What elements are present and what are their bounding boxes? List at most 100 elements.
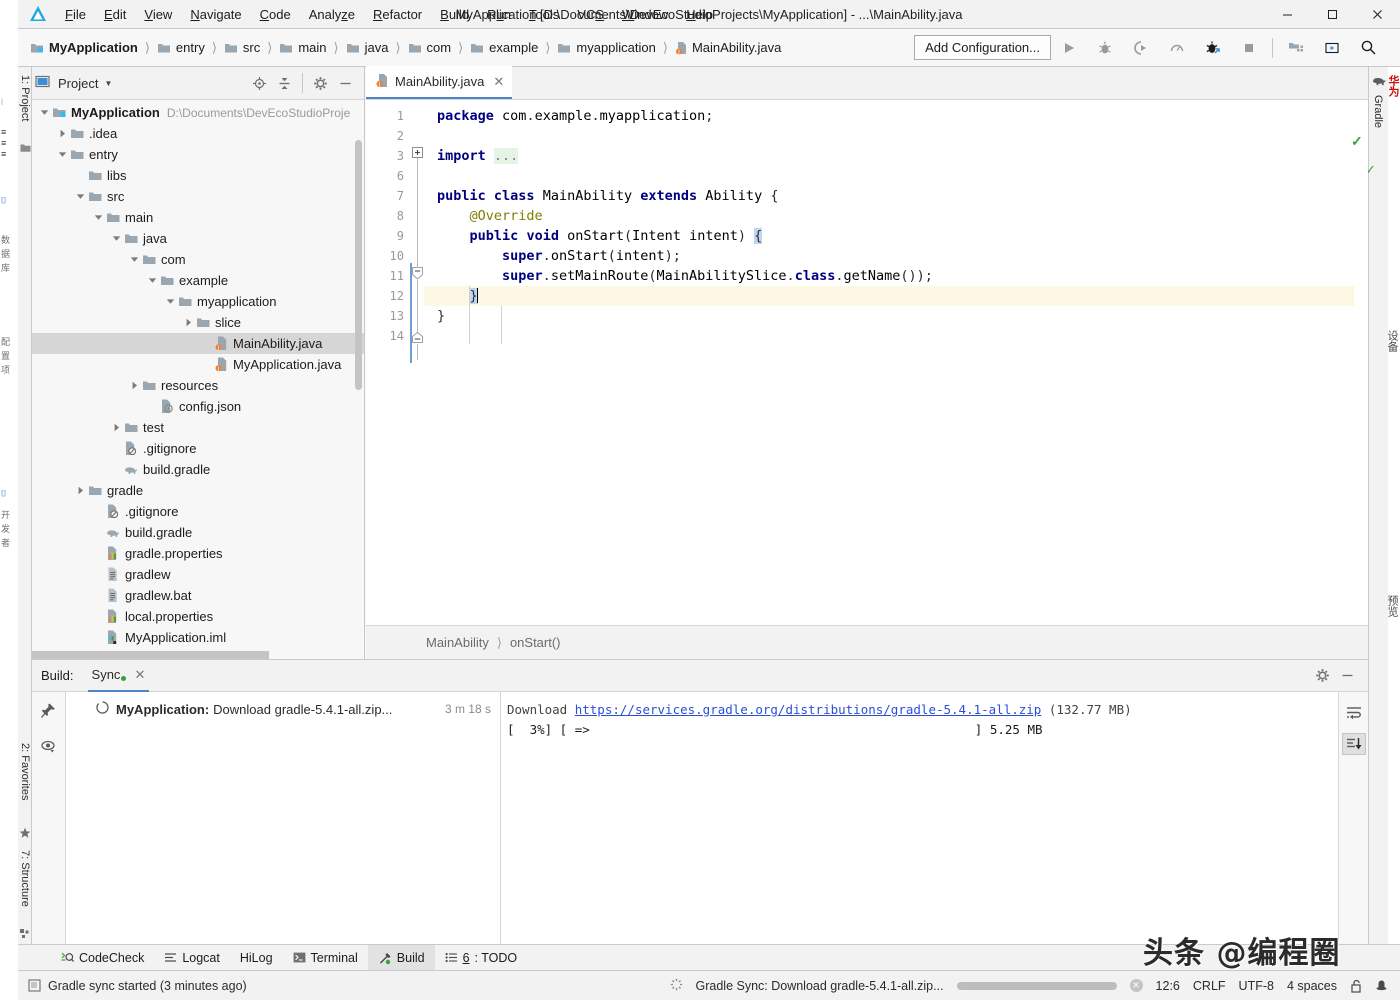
scroll-to-end-button[interactable]: [1341, 733, 1366, 755]
project-settings-button[interactable]: [308, 71, 333, 96]
tab-codecheck[interactable]: CodeCheck: [50, 945, 154, 971]
tree-node-build-gradle[interactable]: build.gradle: [32, 459, 364, 480]
download-url-link[interactable]: https://services.gradle.org/distribution…: [575, 702, 1042, 717]
device-preview-button[interactable]: [1314, 33, 1350, 63]
tree-vertical-scrollbar[interactable]: [355, 140, 362, 390]
tree-node-myapplication[interactable]: myapplication: [32, 291, 364, 312]
collapse-all-button[interactable]: [272, 71, 297, 96]
unlocked-icon[interactable]: [1350, 979, 1362, 993]
close-icon[interactable]: ✕: [134, 667, 145, 683]
tree-node-com[interactable]: com: [32, 249, 364, 270]
chevron-right-icon[interactable]: [58, 129, 67, 138]
tree-node-gradle-properties[interactable]: gradle.properties: [32, 543, 364, 564]
fold-expand-icon[interactable]: [412, 147, 423, 158]
tree-expander[interactable]: [56, 148, 69, 161]
notification-icon[interactable]: [28, 979, 41, 992]
tree-node-src[interactable]: src: [32, 186, 364, 207]
tree-node-resources[interactable]: resources: [32, 375, 364, 396]
menu-build[interactable]: Build: [431, 4, 478, 25]
tree-expander[interactable]: [164, 295, 177, 308]
tree-node--idea[interactable]: .idea: [32, 123, 364, 144]
tree-node-build-gradle[interactable]: build.gradle: [32, 522, 364, 543]
breadcrumb-item-myapplication-pkg[interactable]: myapplication: [555, 38, 658, 57]
minimize-button[interactable]: [1265, 0, 1310, 29]
breadcrumb-item-mainability-java[interactable]: J MainAbility.java: [673, 38, 783, 57]
tree-node-libs[interactable]: libs: [32, 165, 364, 186]
tree-node--gitignore[interactable]: .gitignore: [32, 501, 364, 522]
file-encoding[interactable]: UTF-8: [1239, 979, 1274, 993]
build-hide-button[interactable]: [1335, 663, 1360, 688]
debug-button[interactable]: [1087, 33, 1123, 63]
build-console[interactable]: Download https://services.gradle.org/dis…: [501, 692, 1338, 944]
select-opened-file-button[interactable]: [247, 71, 272, 96]
caret-position[interactable]: 12:6: [1156, 979, 1180, 993]
tree-node-java[interactable]: java: [32, 228, 364, 249]
menu-code[interactable]: Code: [251, 4, 300, 25]
close-button[interactable]: [1355, 0, 1400, 29]
tree-node-main[interactable]: main: [32, 207, 364, 228]
hide-panel-button[interactable]: [333, 71, 358, 96]
chevron-down-icon[interactable]: [148, 276, 157, 285]
tree-node-entry[interactable]: entry: [32, 144, 364, 165]
run-button[interactable]: [1051, 33, 1087, 63]
breadcrumb-item-main[interactable]: main: [277, 38, 328, 57]
menu-help[interactable]: Help: [677, 4, 722, 25]
tree-expander[interactable]: [92, 211, 105, 224]
sidebar-item-favorites[interactable]: 2: Favorites: [19, 743, 31, 800]
run-with-coverage-button[interactable]: [1123, 33, 1159, 63]
attach-debugger-button[interactable]: [1195, 33, 1231, 63]
indent-setting[interactable]: 4 spaces: [1287, 979, 1337, 993]
pin-button[interactable]: [40, 702, 57, 722]
fold-collapse-end-icon[interactable]: [412, 332, 423, 343]
tab-logcat[interactable]: Logcat: [154, 945, 230, 971]
soft-wrap-button[interactable]: [1342, 702, 1366, 724]
breadcrumb-item-example[interactable]: example: [468, 38, 540, 57]
tree-node-example[interactable]: example: [32, 270, 364, 291]
editor-markup-gutter[interactable]: ✓: [1351, 100, 1368, 625]
add-configuration-button[interactable]: Add Configuration...: [914, 35, 1051, 60]
tree-horizontal-scrollbar[interactable]: [32, 651, 269, 659]
inspection-hat-icon[interactable]: [1375, 979, 1388, 993]
tree-node-gradlew[interactable]: gradlew: [32, 564, 364, 585]
menu-bar[interactable]: File Edit View Navigate Code Analyze Ref…: [56, 0, 722, 29]
sidebar-item-structure[interactable]: 7: Structure: [19, 850, 31, 907]
tree-node-test[interactable]: test: [32, 417, 364, 438]
chevron-down-icon[interactable]: [58, 150, 67, 159]
menu-run[interactable]: Run: [478, 4, 520, 25]
project-tree[interactable]: MyApplication D:\Documents\DevEcoStudioPr…: [32, 100, 364, 659]
vcs-change-marker[interactable]: [410, 263, 412, 363]
profiler-button[interactable]: [1159, 33, 1195, 63]
sidebar-item-project[interactable]: 1: Project: [19, 75, 31, 121]
menu-refactor[interactable]: Refactor: [364, 4, 431, 25]
chevron-down-icon[interactable]: [112, 234, 121, 243]
breadcrumb-method[interactable]: onStart(): [510, 635, 561, 650]
breadcrumb-item-src[interactable]: src: [222, 38, 262, 57]
menu-vcs[interactable]: VCS: [568, 4, 613, 25]
breadcrumb-item-com[interactable]: com: [406, 38, 454, 57]
chevron-down-icon[interactable]: [40, 108, 49, 117]
chevron-right-icon[interactable]: [76, 486, 85, 495]
chevron-down-icon[interactable]: [76, 192, 85, 201]
breadcrumb-class[interactable]: MainAbility: [426, 635, 489, 650]
line-separator[interactable]: CRLF: [1193, 979, 1226, 993]
tree-node--gitignore[interactable]: .gitignore: [32, 438, 364, 459]
sidebar-item-gradle[interactable]: Gradle: [1372, 95, 1384, 128]
menu-view[interactable]: View: [135, 4, 181, 25]
menu-window[interactable]: Window: [613, 4, 677, 25]
tree-expander[interactable]: [146, 274, 159, 287]
breadcrumb-item-myapplication[interactable]: MyApplication: [28, 38, 140, 57]
tab-hilog[interactable]: HiLog: [230, 945, 283, 971]
filter-button[interactable]: [40, 738, 57, 758]
tree-expander[interactable]: [182, 316, 195, 329]
tree-expander[interactable]: [110, 421, 123, 434]
search-everywhere-button[interactable]: [1350, 33, 1386, 63]
close-icon[interactable]: ✕: [493, 74, 504, 90]
menu-file[interactable]: File: [56, 4, 95, 25]
tree-expander[interactable]: [110, 232, 123, 245]
tree-node-gradlew-bat[interactable]: gradlew.bat: [32, 585, 364, 606]
tree-node-config-json[interactable]: config.json: [32, 396, 364, 417]
menu-tools[interactable]: Tools: [520, 4, 568, 25]
device-manager-button[interactable]: [1278, 33, 1314, 63]
menu-navigate[interactable]: Navigate: [181, 4, 250, 25]
chevron-right-icon[interactable]: [130, 381, 139, 390]
